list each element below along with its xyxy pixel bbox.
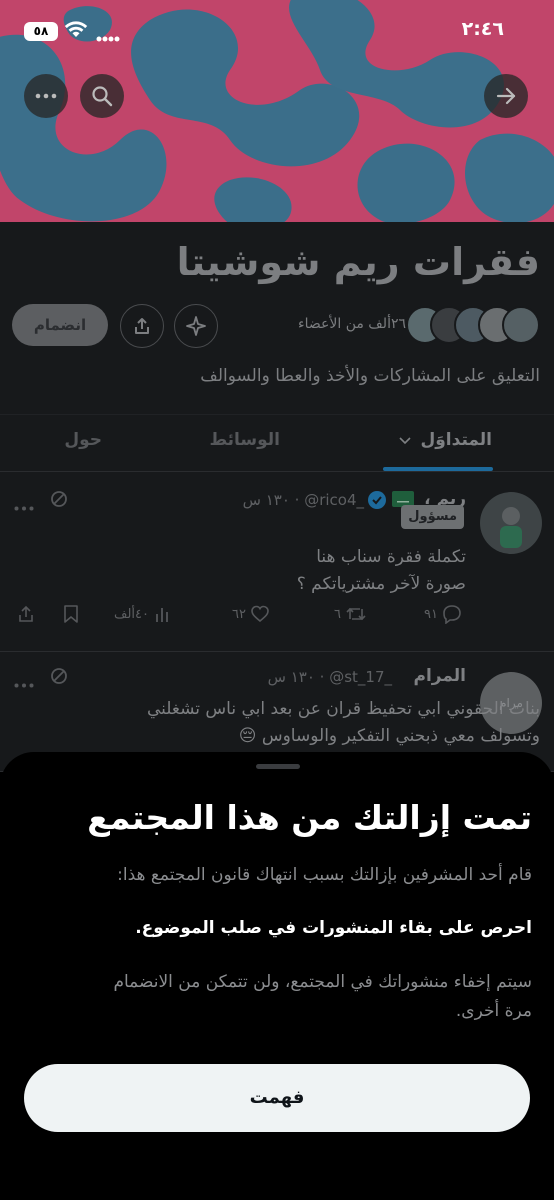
cellular-signal-icon — [96, 28, 120, 47]
sheet-title: تمت إزالتك من هذا المجتمع — [87, 798, 532, 837]
avatar[interactable] — [480, 492, 542, 554]
bookmark-icon — [64, 605, 78, 623]
status-time: ٢:٤٦ — [461, 18, 504, 40]
search-button[interactable] — [80, 74, 124, 118]
community-description: التعليق على المشاركات والأخذ والعطا والس… — [200, 366, 540, 386]
share-post-button[interactable] — [16, 604, 36, 624]
arrow-right-icon — [496, 87, 516, 105]
wifi-icon — [64, 20, 88, 42]
reply-icon — [443, 605, 461, 624]
heart-icon — [251, 605, 269, 623]
tab-media[interactable]: الوسائط — [209, 430, 280, 450]
like-button[interactable]: ٦٢ — [232, 604, 270, 624]
post-more-button[interactable] — [14, 673, 34, 692]
post-text: بنات الحقوني ابي تحفيظ قران عن بعد ابي ن… — [146, 699, 540, 746]
post-handle-time: ١٣٠ س · @rico4_ — [242, 491, 364, 509]
sheet-grabber[interactable] — [256, 764, 300, 769]
community-note-icon — [50, 667, 68, 689]
ellipsis-icon — [35, 93, 57, 99]
status-bar: ٢:٤٦ ٥٨ — [0, 0, 554, 64]
back-button[interactable] — [484, 74, 528, 118]
member-avatar — [502, 306, 540, 344]
post[interactable]: ريم ، ١٣٠ س · @rico4_ مسؤول تكملة فقرة س… — [0, 472, 554, 652]
tab-trending[interactable]: المتداوَل — [398, 430, 492, 450]
ai-summary-button[interactable] — [174, 304, 218, 348]
violated-rule: احرص على بقاء المنشورات في صلب الموضوع. — [135, 918, 532, 938]
sparkle-icon — [186, 316, 206, 336]
views-chart-icon — [156, 608, 168, 622]
admin-badge: مسؤول — [401, 505, 464, 529]
views-button[interactable]: ٤٠ألف — [114, 604, 173, 624]
got-it-button[interactable]: فهمت — [24, 1064, 530, 1132]
removed-from-community-sheet: تمت إزالتك من هذا المجتمع قام أحد المشرف… — [0, 752, 554, 1200]
post-more-button[interactable] — [14, 496, 34, 515]
more-options-button[interactable] — [24, 74, 68, 118]
repost-icon — [346, 607, 366, 621]
post-handle-time: ١٣٠ س · @st_17_ — [267, 668, 392, 686]
removal-reason-intro: قام أحد المشرفين بإزالتك بسبب انتهاك قان… — [117, 865, 532, 885]
verified-badge-icon — [368, 491, 386, 513]
members-count[interactable]: ٢٦ألف من الأعضاء — [298, 316, 406, 332]
post-author-name[interactable]: المرام — [414, 666, 466, 686]
share-icon — [135, 318, 149, 334]
tab-trending-label: المتداوَل — [420, 430, 492, 450]
share-button[interactable] — [120, 304, 164, 348]
community-note-icon — [50, 490, 68, 512]
tab-about[interactable]: حول — [64, 430, 102, 450]
battery-icon: ٥٨ — [24, 22, 58, 41]
reply-button[interactable]: ٩١ — [424, 604, 462, 624]
removal-consequence: سيتم إخفاء منشوراتك في المجتمع، ولن تتمك… — [113, 972, 532, 1021]
community-header: فقرات ريم شوشيتا انضمام ٢٦ألف من الأعضاء… — [0, 222, 554, 414]
community-title: فقرات ريم شوشيتا — [176, 240, 540, 284]
bookmark-button[interactable] — [62, 604, 80, 624]
community-tabs: المتداوَل الوسائط حول — [0, 414, 554, 472]
chevron-down-icon — [398, 437, 411, 445]
post-text: تكملة فقرة سناب هنا صورة لآخر مشترياتكم … — [296, 547, 466, 594]
active-tab-indicator — [383, 467, 493, 471]
member-avatars[interactable] — [406, 306, 540, 346]
repost-button[interactable]: ٦ — [334, 604, 367, 624]
join-button[interactable]: انضمام — [12, 304, 108, 346]
search-icon — [92, 86, 113, 107]
share-icon — [19, 605, 33, 622]
